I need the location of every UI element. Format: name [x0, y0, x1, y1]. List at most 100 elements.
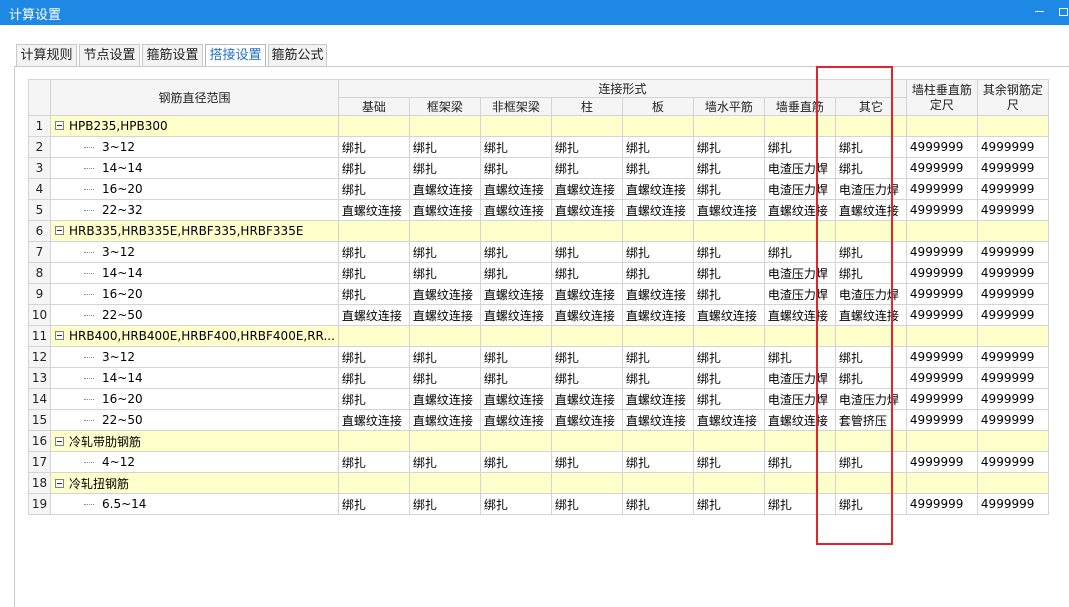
value-cell[interactable]: 4999999 — [976, 136, 1049, 158]
value-cell[interactable]: 4999999 — [976, 241, 1049, 263]
value-cell[interactable]: 绑扎 — [692, 241, 765, 263]
range-cell[interactable]: 22~50 — [50, 304, 339, 326]
value-cell[interactable] — [337, 430, 410, 452]
value-cell[interactable]: 绑扎 — [337, 493, 410, 515]
value-cell[interactable] — [550, 430, 623, 452]
value-cell[interactable] — [834, 472, 907, 494]
value-cell[interactable] — [337, 472, 410, 494]
maximize-button[interactable] — [1053, 2, 1069, 22]
value-cell[interactable]: 绑扎 — [408, 367, 481, 389]
range-cell[interactable]: 3~12 — [50, 136, 339, 158]
value-cell[interactable] — [905, 472, 978, 494]
value-cell[interactable]: 电渣压力焊 — [834, 283, 907, 305]
value-cell[interactable]: 直螺纹连接 — [479, 178, 552, 200]
value-cell[interactable] — [834, 430, 907, 452]
value-cell[interactable]: 绑扎 — [337, 346, 410, 368]
tab-5[interactable]: 箍筋公式 — [268, 44, 327, 67]
value-cell[interactable]: 4999999 — [905, 388, 978, 410]
value-cell[interactable]: 4999999 — [976, 451, 1049, 473]
collapse-icon[interactable] — [55, 331, 64, 340]
value-cell[interactable] — [408, 430, 481, 452]
value-cell[interactable]: 4999999 — [905, 136, 978, 158]
value-cell[interactable]: 直螺纹连接 — [692, 199, 765, 221]
value-cell[interactable]: 绑扎 — [763, 241, 836, 263]
value-cell[interactable]: 4999999 — [905, 262, 978, 284]
value-cell[interactable]: 4999999 — [905, 451, 978, 473]
value-cell[interactable]: 直螺纹连接 — [408, 304, 481, 326]
value-cell[interactable]: 直螺纹连接 — [834, 304, 907, 326]
value-cell[interactable]: 4999999 — [905, 157, 978, 179]
collapse-icon[interactable] — [55, 436, 64, 446]
value-cell[interactable]: 直螺纹连接 — [408, 409, 481, 431]
value-cell[interactable] — [763, 325, 836, 347]
value-cell[interactable]: 绑扎 — [550, 157, 623, 179]
value-cell[interactable]: 直螺纹连接 — [479, 199, 552, 221]
minimize-button[interactable] — [1029, 2, 1049, 22]
value-cell[interactable]: 直螺纹连接 — [763, 409, 836, 431]
range-cell[interactable]: 16~20 — [50, 178, 339, 200]
value-cell[interactable] — [834, 325, 907, 347]
value-cell[interactable]: 绑扎 — [479, 346, 552, 368]
value-cell[interactable]: 直螺纹连接 — [692, 304, 765, 326]
value-cell[interactable]: 直螺纹连接 — [408, 283, 481, 305]
value-cell[interactable]: 4999999 — [905, 178, 978, 200]
value-cell[interactable]: 直螺纹连接 — [550, 178, 623, 200]
value-cell[interactable]: 绑扎 — [550, 493, 623, 515]
value-cell[interactable] — [763, 115, 836, 137]
value-cell[interactable]: 4999999 — [905, 283, 978, 305]
value-cell[interactable] — [337, 220, 410, 242]
value-cell[interactable]: 绑扎 — [621, 241, 694, 263]
value-cell[interactable]: 绑扎 — [408, 451, 481, 473]
value-cell[interactable]: 直螺纹连接 — [550, 304, 623, 326]
value-cell[interactable] — [408, 325, 481, 347]
value-cell[interactable]: 绑扎 — [550, 136, 623, 158]
collapse-icon[interactable] — [55, 226, 64, 235]
value-cell[interactable]: 绑扎 — [621, 157, 694, 179]
value-cell[interactable] — [763, 472, 836, 494]
value-cell[interactable] — [976, 115, 1049, 137]
value-cell[interactable]: 绑扎 — [763, 136, 836, 158]
value-cell[interactable]: 绑扎 — [834, 451, 907, 473]
value-cell[interactable]: 绑扎 — [479, 493, 552, 515]
value-cell[interactable]: 4999999 — [976, 367, 1049, 389]
value-cell[interactable]: 电渣压力焊 — [763, 283, 836, 305]
range-cell[interactable]: 16~20 — [50, 283, 339, 305]
range-cell[interactable]: 14~14 — [50, 262, 339, 284]
value-cell[interactable]: 绑扎 — [834, 157, 907, 179]
value-cell[interactable] — [408, 115, 481, 137]
value-cell[interactable]: 4999999 — [976, 493, 1049, 515]
range-cell[interactable]: 4~12 — [50, 451, 339, 473]
value-cell[interactable] — [692, 325, 765, 347]
value-cell[interactable] — [479, 115, 552, 137]
group-name-cell[interactable]: 冷轧扭钢筋 — [50, 472, 339, 494]
range-cell[interactable]: 6.5~14 — [50, 493, 339, 515]
value-cell[interactable] — [692, 430, 765, 452]
value-cell[interactable]: 直螺纹连接 — [479, 304, 552, 326]
value-cell[interactable]: 直螺纹连接 — [621, 178, 694, 200]
value-cell[interactable]: 直螺纹连接 — [337, 304, 410, 326]
value-cell[interactable]: 电渣压力焊 — [763, 178, 836, 200]
range-cell[interactable]: 22~50 — [50, 409, 339, 431]
value-cell[interactable]: 直螺纹连接 — [763, 304, 836, 326]
value-cell[interactable] — [905, 325, 978, 347]
tab-3[interactable]: 箍筋设置 — [142, 44, 203, 67]
value-cell[interactable]: 绑扎 — [337, 178, 410, 200]
value-cell[interactable]: 直螺纹连接 — [621, 283, 694, 305]
value-cell[interactable]: 直螺纹连接 — [621, 388, 694, 410]
value-cell[interactable]: 套管挤压 — [834, 409, 907, 431]
value-cell[interactable]: 绑扎 — [408, 157, 481, 179]
value-cell[interactable]: 直螺纹连接 — [621, 409, 694, 431]
collapse-icon[interactable] — [55, 121, 64, 130]
value-cell[interactable]: 4999999 — [905, 346, 978, 368]
tab-1[interactable]: 计算规则 — [16, 44, 77, 67]
value-cell[interactable] — [834, 220, 907, 242]
value-cell[interactable]: 绑扎 — [337, 388, 410, 410]
value-cell[interactable]: 4999999 — [976, 409, 1049, 431]
value-cell[interactable]: 直螺纹连接 — [479, 388, 552, 410]
value-cell[interactable] — [408, 472, 481, 494]
tab-2[interactable]: 节点设置 — [79, 44, 140, 67]
value-cell[interactable]: 绑扎 — [337, 241, 410, 263]
value-cell[interactable]: 绑扎 — [621, 136, 694, 158]
value-cell[interactable]: 绑扎 — [692, 178, 765, 200]
value-cell[interactable]: 绑扎 — [479, 262, 552, 284]
